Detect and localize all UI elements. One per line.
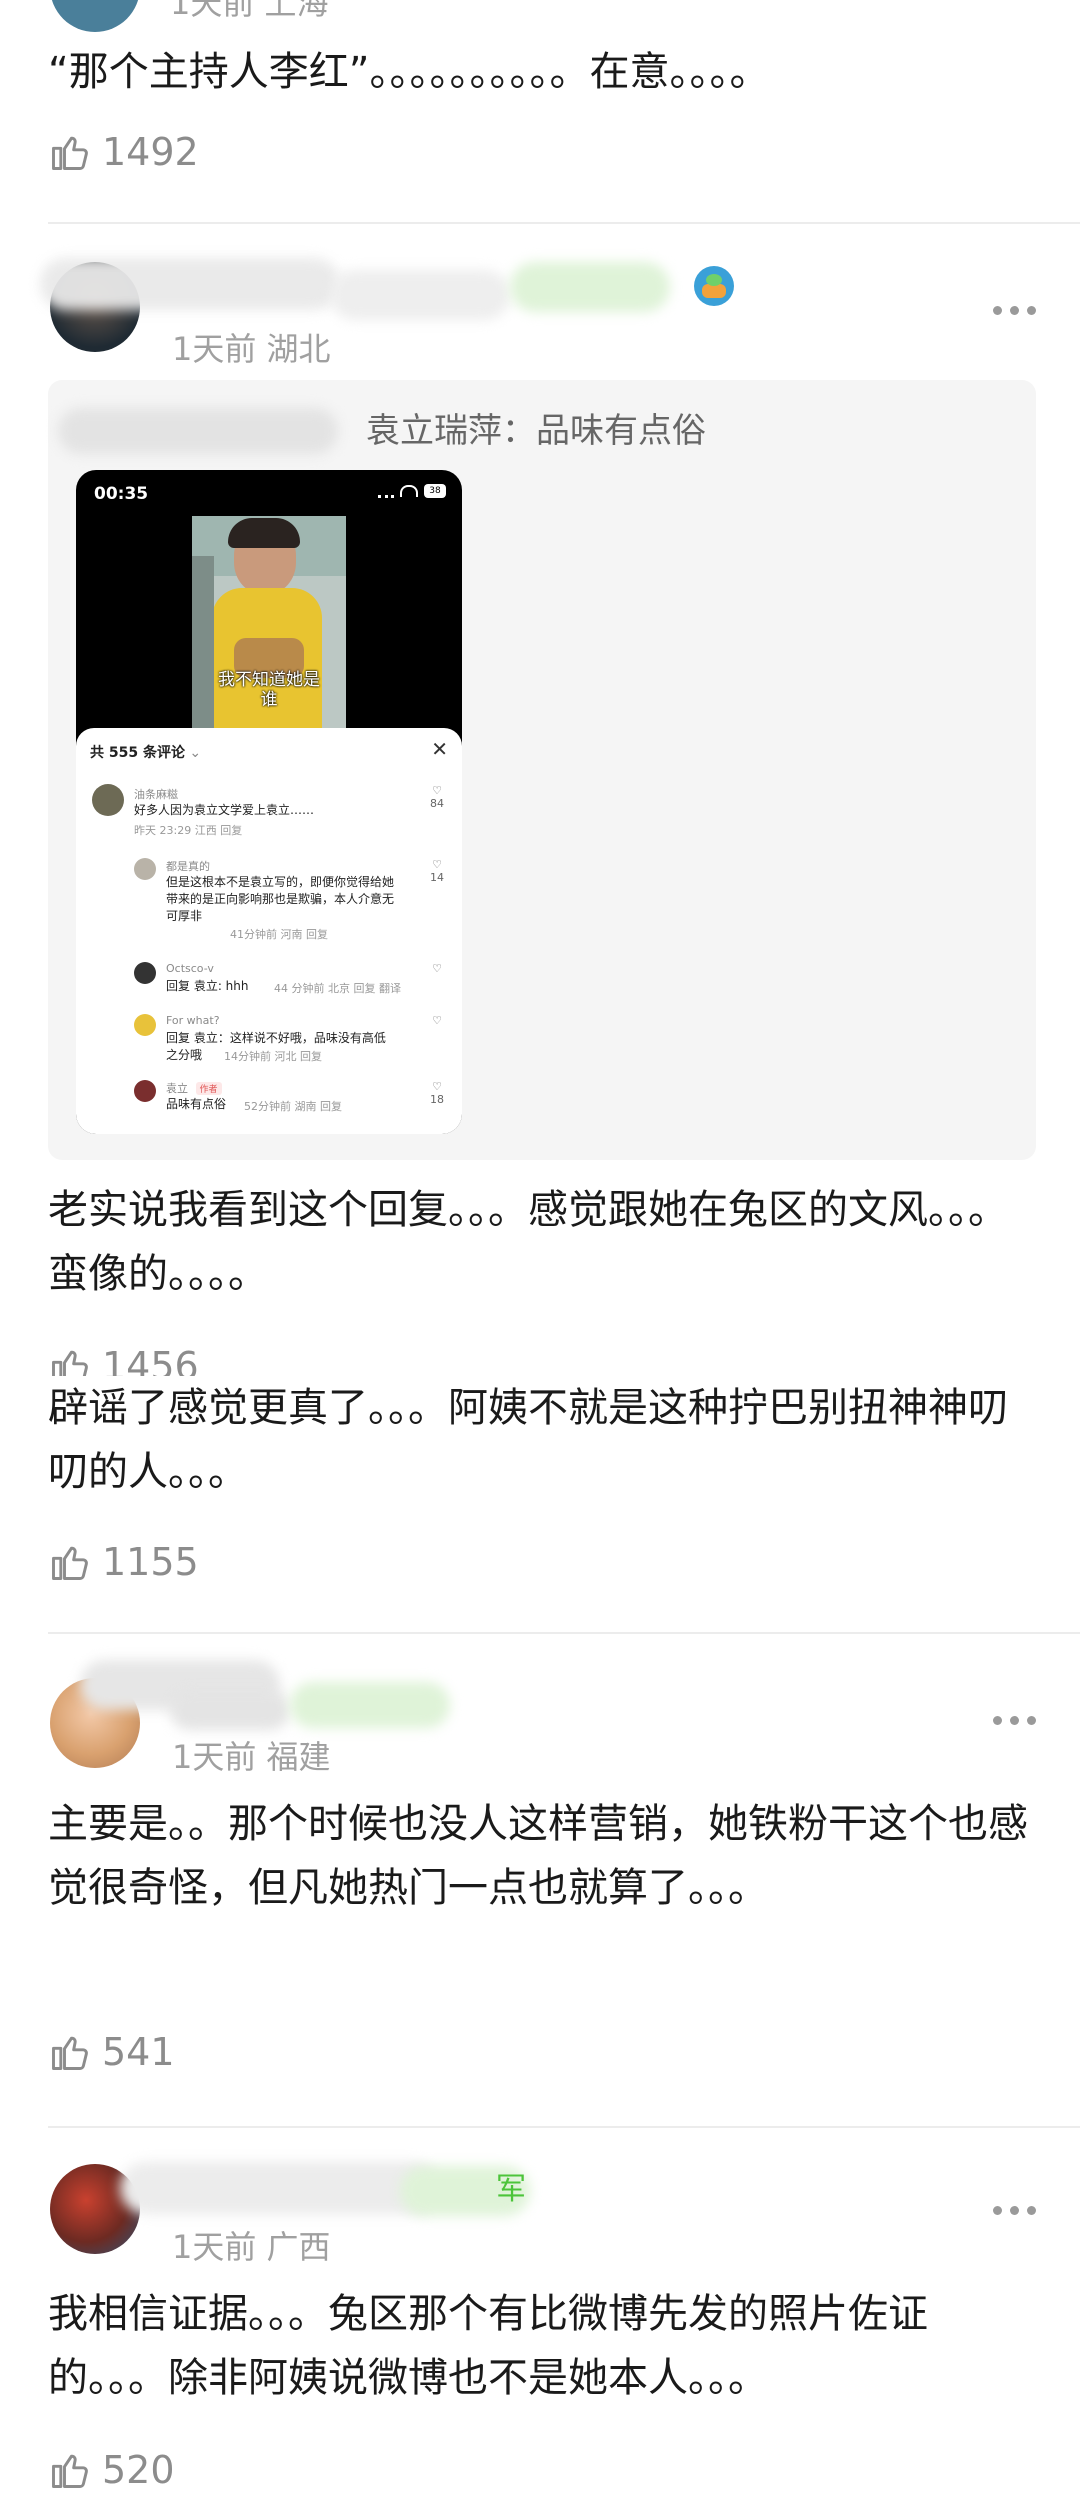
username-redacted — [330, 270, 510, 320]
reply-meta: 41分钟前 河南 回复 — [230, 928, 328, 941]
reply-avatar — [134, 858, 156, 880]
video-subtitle: 我不知道她是 谁 — [218, 670, 320, 710]
badge-redacted — [290, 1682, 450, 1728]
heart-icon[interactable]: ♡ — [428, 1014, 446, 1027]
username-redacted — [120, 2162, 440, 2214]
heart-icon[interactable]: ♡ 84 — [428, 784, 446, 810]
reply-name: 油条麻糍 — [134, 788, 178, 801]
thumbs-up-icon — [48, 2030, 92, 2074]
comment-text: 主要是。。那个时候也没人这样营销，她铁粉干这个也感觉很奇怪，但凡她热门一点也就算… — [48, 1801, 1028, 1911]
reply-name: 袁立 作者 — [166, 1080, 222, 1096]
comment-count: 共 555 条评论 ⌄ — [90, 745, 202, 761]
comment-meta: 1天前 福建 — [172, 1738, 331, 1776]
user-badge: 军 — [496, 2172, 526, 2207]
thumbs-up-icon — [48, 130, 92, 174]
like-count: 1155 — [102, 1540, 199, 1584]
reply-text: 回复 袁立: hhh — [166, 979, 249, 993]
status-time: 00:35 — [94, 484, 149, 504]
like-count: 1492 — [102, 130, 199, 174]
like-count: 520 — [102, 2448, 175, 2492]
divider — [48, 1632, 1080, 1634]
reply-text: 品味有点俗 — [166, 1097, 227, 1111]
badge-icon — [694, 266, 734, 306]
reply-avatar — [92, 784, 124, 816]
divider — [48, 2126, 1080, 2128]
status-icons: 38 — [378, 484, 446, 498]
username-redacted — [170, 1690, 290, 1730]
comment-meta: 1天前 湖北 — [172, 330, 331, 368]
battery-level: 38 — [424, 484, 446, 498]
reply-meta: 14分钟前 河北 回复 — [224, 1050, 322, 1063]
reply-name: For what? — [166, 1014, 220, 1027]
reply-meta: 昨天 23:29 江西 回复 — [134, 824, 243, 837]
quoted-text: 袁立瑞萍：品味有点俗 — [366, 411, 706, 451]
thumbs-up-icon — [48, 2448, 92, 2492]
reply-avatar — [134, 1014, 156, 1036]
comment-text: 辟谣了感觉更真了。。。阿姨不就是这种拧巴别扭神神叨叨的人。。。 — [48, 1376, 1038, 1504]
quoted-username-redacted — [58, 408, 338, 454]
heart-icon[interactable]: ♡ — [428, 962, 446, 975]
like-button[interactable]: 1155 — [48, 1540, 199, 1584]
like-button[interactable]: 520 — [48, 2448, 175, 2492]
like-button[interactable]: 541 — [48, 2030, 175, 2074]
badge-redacted — [510, 262, 670, 312]
comment-text: “那个主持人李红”。。。。。。。。。。在意。。。。 — [48, 49, 770, 95]
comment-meta: 1天前 上海 — [170, 0, 329, 22]
comment-panel: 共 555 条评论 ⌄ ✕ 油条麻糍 好多人因为袁立文学爱上袁立…… 昨天 23… — [76, 728, 462, 1134]
heart-icon[interactable]: ♡ 18 — [428, 1080, 446, 1106]
reply-avatar — [134, 962, 156, 984]
comment-meta: 1天前 广西 — [172, 2228, 331, 2266]
more-icon[interactable] — [993, 306, 1036, 315]
reply-text: 但是这根本不是袁立写的，即便你觉得给她带来的是正向影响那也是欺骗，本人介意无可厚… — [166, 875, 395, 923]
reply-name: 都是真的 — [166, 860, 210, 873]
screenshot-image[interactable]: 00:35 38 我不知道她是 谁 共 555 条评论 ⌄ ✕ 油条麻糍 好多人… — [76, 470, 462, 1134]
heart-icon[interactable]: ♡ 14 — [428, 858, 446, 884]
more-icon[interactable] — [993, 1716, 1036, 1725]
reply-avatar — [134, 1080, 156, 1102]
like-count: 541 — [102, 2030, 175, 2074]
divider — [48, 222, 1080, 224]
reply-name: Octsco-v — [166, 962, 214, 975]
reply-text: 好多人因为袁立文学爱上袁立…… — [134, 803, 315, 817]
thumbs-up-icon — [48, 1540, 92, 1584]
like-button[interactable]: 1492 — [48, 130, 199, 174]
comment-text: 老实说我看到这个回复。。。感觉跟她在兔区的文风。。。蛮像的。。。。 — [48, 1187, 1008, 1297]
comment-text: 我相信证据。。。兔区那个有比微博先发的照片佐证的。。。除非阿姨说微博也不是她本人… — [48, 2291, 928, 2401]
close-icon[interactable]: ✕ — [431, 737, 448, 761]
reply-meta: 44 分钟前 北京 回复 翻译 — [274, 982, 401, 995]
username-redacted — [40, 258, 340, 310]
reply-meta: 52分钟前 湖南 回复 — [244, 1100, 342, 1113]
avatar[interactable] — [50, 0, 140, 32]
more-icon[interactable] — [993, 2206, 1036, 2215]
